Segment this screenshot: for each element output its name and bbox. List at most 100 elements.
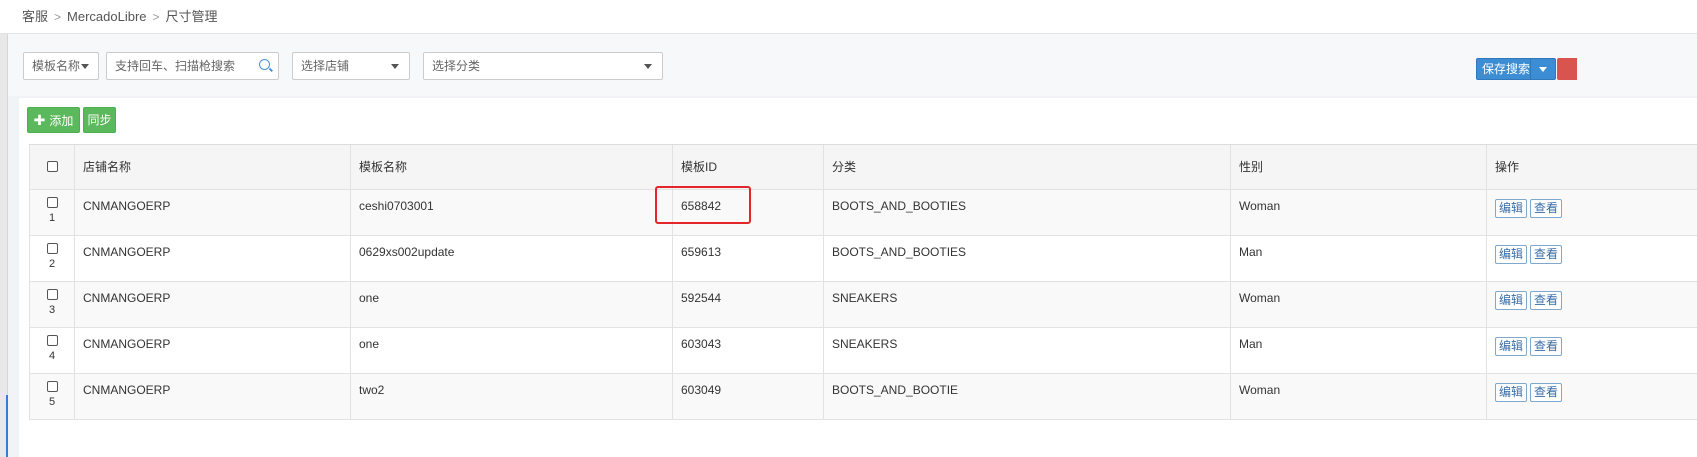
header-select-cell [29, 145, 75, 189]
template-name-select-label: 模板名称 [32, 59, 81, 73]
edit-button[interactable]: 编辑 [1495, 291, 1527, 310]
row-number: 5 [48, 396, 56, 408]
chevron-right-icon: > [152, 10, 160, 24]
search-icon[interactable] [259, 59, 270, 70]
category-cell: SNEAKERS [824, 328, 1231, 373]
row-select-cell: 2 [29, 236, 75, 281]
gender-cell: Man [1231, 236, 1487, 281]
filter-bar: 模板名称 支持回车、扫描枪搜索 选择店铺 选择分类 [8, 34, 1697, 96]
save-search-button[interactable]: 保存搜索 [1476, 58, 1556, 80]
edit-button[interactable]: 编辑 [1495, 383, 1527, 402]
breadcrumb-item-service[interactable]: 客服 [22, 9, 48, 24]
sync-button[interactable]: 同步 [83, 107, 116, 133]
template-id-cell: 603049 [673, 374, 824, 419]
gender-cell: Woman [1231, 374, 1487, 419]
table-row: 4 CNMANGOERP one 603043 SNEAKERS Man 编辑 … [29, 328, 1697, 374]
breadcrumb-item-size-management: 尺寸管理 [165, 9, 218, 24]
split-divider [1530, 59, 1531, 79]
caret-down-icon [81, 64, 89, 69]
column-header-store[interactable]: 店铺名称 [75, 145, 351, 189]
breadcrumb-item-mercadolibre[interactable]: MercadoLibre [67, 9, 147, 24]
row-number: 3 [48, 304, 56, 316]
row-select-cell: 5 [29, 374, 75, 419]
store-cell: CNMANGOERP [75, 282, 351, 327]
actions-cell: 编辑 查看 [1487, 374, 1697, 419]
gender-cell: Man [1231, 328, 1487, 373]
table-row: 5 CNMANGOERP two2 603049 BOOTS_AND_BOOTI… [29, 374, 1697, 420]
row-number: 2 [48, 258, 56, 270]
breadcrumb: 客服 > MercadoLibre > 尺寸管理 [0, 0, 1697, 34]
select-all-checkbox[interactable] [46, 161, 58, 172]
category-select[interactable]: 选择分类 [423, 52, 663, 80]
left-nav-strip [0, 0, 8, 457]
store-cell: CNMANGOERP [75, 328, 351, 373]
row-select-cell: 3 [29, 282, 75, 327]
size-template-table: 店铺名称 模板名称 模板ID 分类 性别 操作 1 CNMANGOERP ces… [29, 144, 1697, 420]
template-name-cell: one [351, 282, 673, 327]
column-header-actions: 操作 [1495, 160, 1520, 174]
template-name-cell: ceshi0703001 [351, 190, 673, 235]
template-name-cell: 0629xs002update [351, 236, 673, 281]
category-cell: BOOTS_AND_BOOTIE [824, 374, 1231, 419]
edit-button[interactable]: 编辑 [1495, 199, 1527, 218]
category-cell: SNEAKERS [824, 282, 1231, 327]
view-button[interactable]: 查看 [1530, 245, 1562, 264]
row-checkbox[interactable] [46, 289, 58, 300]
category-cell: BOOTS_AND_BOOTIES [824, 236, 1231, 281]
gender-cell: Woman [1231, 190, 1487, 235]
row-select-cell: 4 [29, 328, 75, 373]
actions-cell: 编辑 查看 [1487, 236, 1697, 281]
table-row: 3 CNMANGOERP one 592544 SNEAKERS Woman 编… [29, 282, 1697, 328]
template-id-cell: 658842 [673, 190, 824, 235]
store-cell: CNMANGOERP [75, 190, 351, 235]
row-checkbox[interactable] [46, 335, 58, 346]
delete-search-button[interactable] [1557, 58, 1577, 80]
edit-button[interactable]: 编辑 [1495, 245, 1527, 264]
chevron-right-icon: > [54, 10, 62, 24]
template-name-cell: two2 [351, 374, 673, 419]
sync-button-label: 同步 [87, 113, 112, 127]
template-id-cell: 592544 [673, 282, 824, 327]
view-button[interactable]: 查看 [1530, 199, 1562, 218]
view-button[interactable]: 查看 [1530, 291, 1562, 310]
search-input[interactable]: 支持回车、扫描枪搜索 [106, 52, 279, 80]
caret-down-icon [391, 64, 399, 69]
column-header-template-name[interactable]: 模板名称 [351, 145, 673, 189]
plus-icon: ✚ [33, 112, 46, 128]
add-button[interactable]: ✚ 添加 [27, 107, 80, 133]
add-button-label: 添加 [49, 114, 74, 128]
main-panel: ✚ 添加 同步 店铺名称 模板名称 模板ID 分类 性别 操作 1 CNMANGO… [19, 98, 1697, 457]
category-select-label: 选择分类 [432, 59, 481, 73]
store-select[interactable]: 选择店铺 [292, 52, 410, 80]
actions-cell: 编辑 查看 [1487, 282, 1697, 327]
table-row: 2 CNMANGOERP 0629xs002update 659613 BOOT… [29, 236, 1697, 282]
row-checkbox[interactable] [46, 197, 58, 208]
template-name-select[interactable]: 模板名称 [23, 52, 99, 80]
template-id-cell: 659613 [673, 236, 824, 281]
view-button[interactable]: 查看 [1530, 383, 1562, 402]
gender-cell: Woman [1231, 282, 1487, 327]
save-search-label: 保存搜索 [1482, 62, 1531, 76]
save-search-dropdown-icon[interactable] [1539, 67, 1547, 72]
row-checkbox[interactable] [46, 243, 58, 254]
actions-cell: 编辑 查看 [1487, 328, 1697, 373]
store-cell: CNMANGOERP [75, 374, 351, 419]
column-header-gender[interactable]: 性别 [1231, 145, 1487, 189]
row-number: 1 [48, 212, 56, 224]
column-header-category[interactable]: 分类 [824, 145, 1231, 189]
caret-down-icon [644, 64, 652, 69]
edit-button[interactable]: 编辑 [1495, 337, 1527, 356]
search-input-placeholder: 支持回车、扫描枪搜索 [115, 59, 236, 73]
column-header-template-id[interactable]: 模板ID [673, 145, 824, 189]
row-checkbox[interactable] [46, 381, 58, 392]
template-id-cell: 603043 [673, 328, 824, 373]
row-number: 4 [48, 350, 56, 362]
table-header: 店铺名称 模板名称 模板ID 分类 性别 操作 [29, 144, 1697, 190]
table-row: 1 CNMANGOERP ceshi0703001 658842 BOOTS_A… [29, 190, 1697, 236]
view-button[interactable]: 查看 [1530, 337, 1562, 356]
store-select-label: 选择店铺 [301, 59, 350, 73]
template-name-cell: one [351, 328, 673, 373]
store-cell: CNMANGOERP [75, 236, 351, 281]
active-nav-indicator [6, 395, 8, 457]
row-select-cell: 1 [29, 190, 75, 235]
